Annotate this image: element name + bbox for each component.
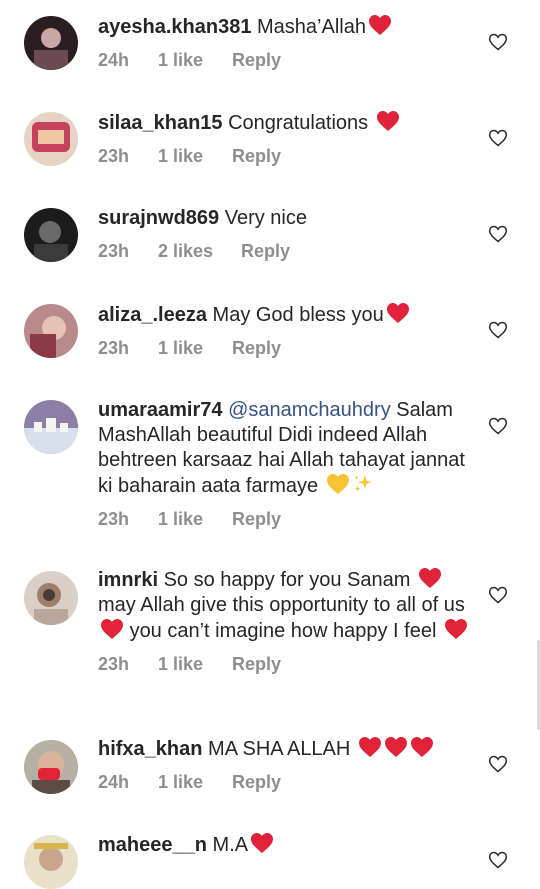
comment-text: Masha’Allah bbox=[257, 16, 366, 38]
likes-count[interactable]: 1 like bbox=[158, 508, 232, 530]
avatar[interactable] bbox=[24, 16, 78, 70]
timestamp: 24h bbox=[98, 50, 130, 70]
likes-count[interactable]: 1 like bbox=[158, 653, 232, 675]
avatar[interactable] bbox=[24, 112, 78, 166]
red-heart-emoji bbox=[250, 832, 274, 854]
comment-text: Very nice bbox=[224, 207, 307, 229]
likes-count[interactable]: 1 like bbox=[158, 771, 232, 793]
username[interactable]: surajnwd869 bbox=[98, 207, 219, 229]
reply-button[interactable]: Reply bbox=[232, 653, 281, 675]
red-heart-emoji bbox=[384, 736, 408, 758]
reply-button[interactable]: Reply bbox=[232, 508, 281, 530]
reply-button[interactable]: Reply bbox=[232, 145, 281, 167]
reply-button[interactable]: Reply bbox=[232, 771, 281, 793]
avatar[interactable] bbox=[24, 571, 78, 625]
heart-outline-icon[interactable] bbox=[488, 320, 508, 340]
likes-count[interactable]: 1 like bbox=[158, 145, 232, 167]
username[interactable]: umaraamir74 bbox=[98, 399, 223, 421]
red-heart-emoji bbox=[358, 736, 382, 758]
heart-outline-icon[interactable] bbox=[488, 224, 508, 244]
username[interactable]: imnrki bbox=[98, 569, 158, 591]
username[interactable]: hifxa_khan bbox=[98, 738, 202, 760]
heart-outline-icon[interactable] bbox=[488, 416, 508, 436]
timestamp: 23h bbox=[98, 509, 130, 529]
likes-count[interactable]: 2 likes bbox=[158, 240, 241, 262]
timestamp: 23h bbox=[98, 146, 130, 166]
timestamp: 23h bbox=[98, 338, 130, 358]
username[interactable]: ayesha.khan381 bbox=[98, 16, 251, 38]
avatar[interactable] bbox=[24, 400, 78, 454]
avatar[interactable] bbox=[24, 304, 78, 358]
username[interactable]: aliza_.leeza bbox=[98, 304, 207, 326]
yellow-heart-emoji bbox=[326, 473, 350, 495]
comment-text: M.A bbox=[212, 834, 249, 856]
red-heart-emoji bbox=[386, 302, 410, 324]
red-heart-emoji bbox=[100, 618, 124, 640]
timestamp: 23h bbox=[98, 241, 130, 261]
comment-text: MA SHA ALLAH bbox=[208, 738, 351, 760]
red-heart-emoji bbox=[368, 14, 392, 36]
reply-button[interactable]: Reply bbox=[232, 49, 281, 71]
avatar[interactable] bbox=[24, 208, 78, 262]
timestamp: 23h bbox=[98, 654, 130, 674]
heart-outline-icon[interactable] bbox=[488, 585, 508, 605]
sparkles-emoji bbox=[352, 473, 374, 495]
comment-text: May God bless you bbox=[212, 304, 384, 326]
reply-button[interactable]: Reply bbox=[232, 337, 281, 359]
timestamp: 24h bbox=[98, 772, 130, 792]
avatar[interactable] bbox=[24, 835, 78, 889]
red-heart-emoji bbox=[418, 567, 442, 589]
comment-text: may Allah give this opportunity to all o… bbox=[98, 594, 465, 616]
red-heart-emoji bbox=[410, 736, 434, 758]
likes-count[interactable]: 1 like bbox=[158, 49, 232, 71]
username[interactable]: silaa_khan15 bbox=[98, 112, 223, 134]
comment-text: you can’t imagine how happy I feel bbox=[129, 620, 437, 642]
heart-outline-icon[interactable] bbox=[488, 128, 508, 148]
avatar[interactable] bbox=[24, 740, 78, 794]
reply-button[interactable]: Reply bbox=[241, 240, 290, 262]
likes-count[interactable]: 1 like bbox=[158, 337, 232, 359]
username[interactable]: maheee__n bbox=[98, 834, 207, 856]
mention-link[interactable]: @sanamchauhdry bbox=[228, 399, 391, 421]
comment-text: So so happy for you Sanam bbox=[163, 569, 411, 591]
heart-outline-icon[interactable] bbox=[488, 754, 508, 774]
red-heart-emoji bbox=[444, 618, 468, 640]
heart-outline-icon[interactable] bbox=[488, 850, 508, 870]
comment-text: Congratulations bbox=[228, 112, 369, 134]
red-heart-emoji bbox=[376, 110, 400, 132]
heart-outline-icon[interactable] bbox=[488, 32, 508, 52]
